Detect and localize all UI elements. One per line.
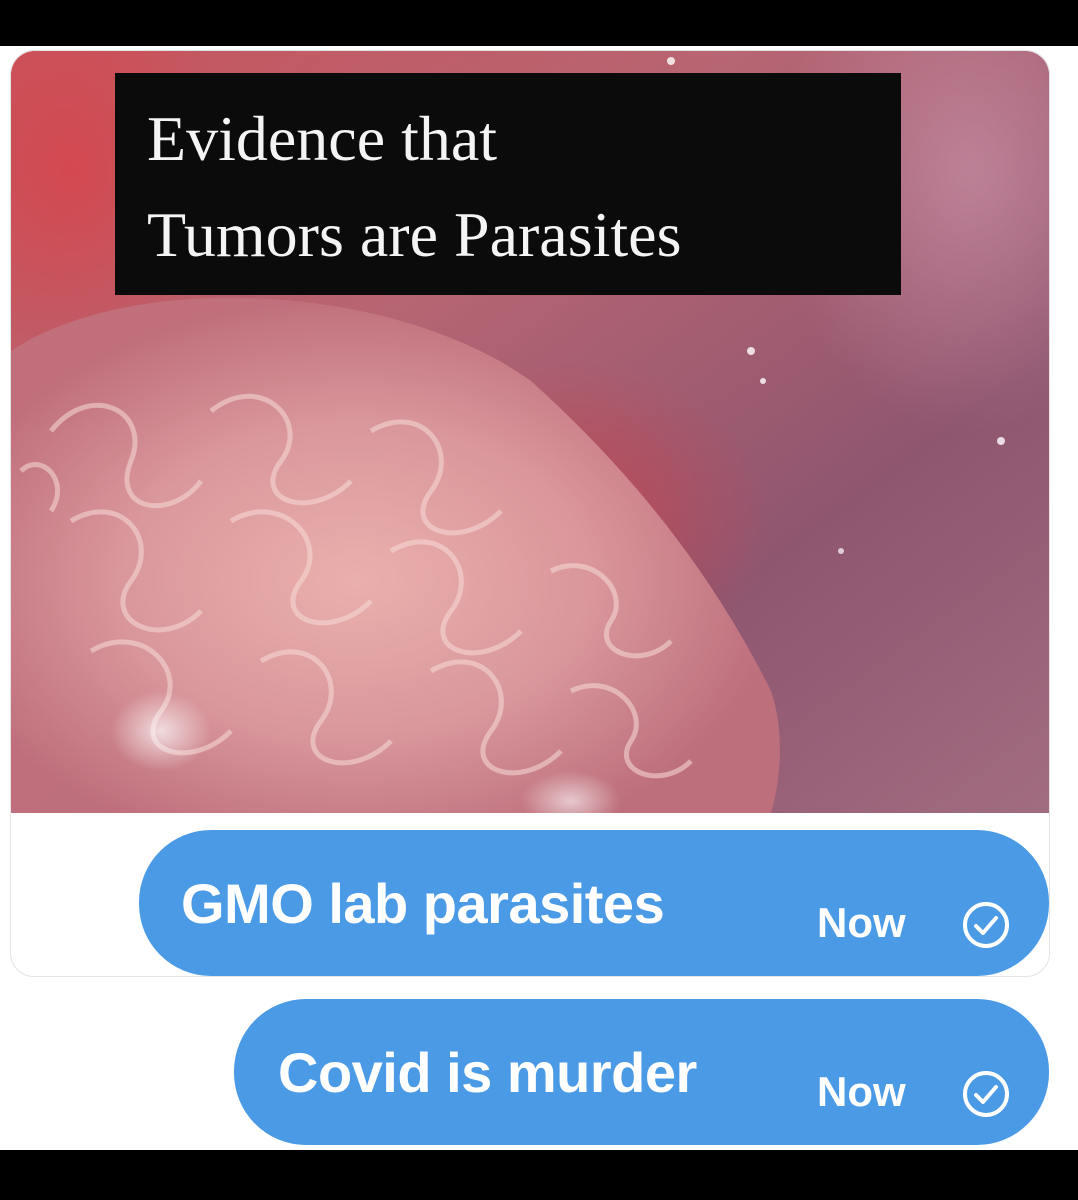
message-text: Covid is murder: [278, 1041, 697, 1104]
media-image[interactable]: Evidence that Tumors are Parasites: [11, 51, 1049, 813]
message-bubble-covid[interactable]: Covid is murder Now: [234, 999, 1049, 1145]
bottom-black-bar: [0, 1150, 1078, 1200]
message-bubble-gmo[interactable]: GMO lab parasites Now: [139, 830, 1049, 976]
top-black-bar: [0, 0, 1078, 46]
message-time: Now: [817, 899, 906, 946]
caption-box: Evidence that Tumors are Parasites: [115, 73, 901, 295]
check-circle-icon: [963, 1071, 1009, 1117]
message-text: GMO lab parasites: [181, 872, 665, 935]
caption-line-1: Evidence that: [147, 103, 498, 174]
check-circle-icon: [963, 902, 1009, 948]
chat-screen: Evidence that Tumors are Parasites GMO l…: [0, 46, 1078, 1150]
message-time: Now: [817, 1068, 906, 1115]
caption-line-2: Tumors are Parasites: [147, 199, 682, 270]
